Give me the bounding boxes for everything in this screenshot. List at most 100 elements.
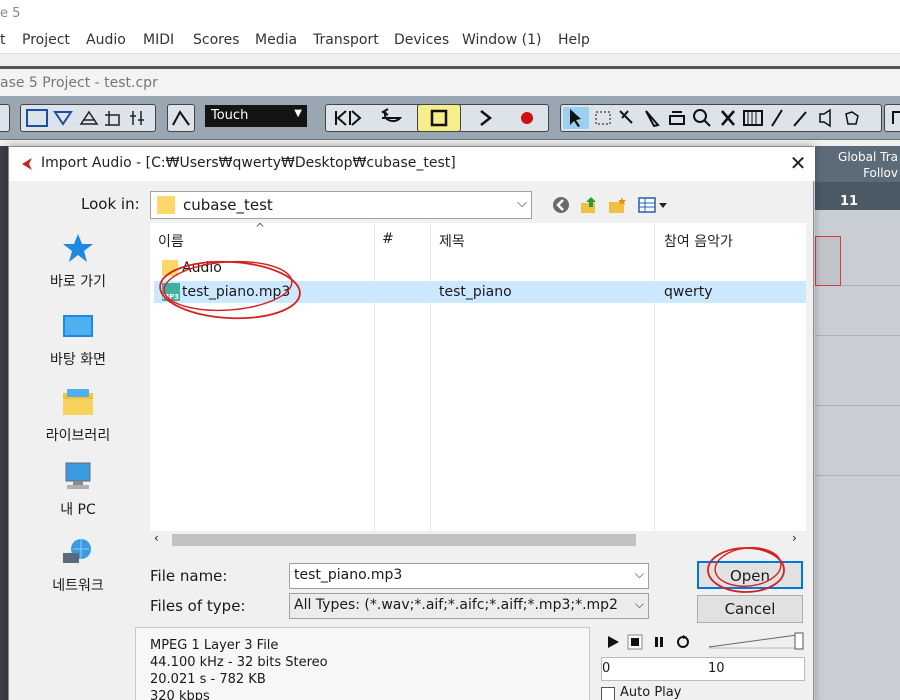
app-title-bar: e 5: [0, 0, 900, 28]
global-track-follow-label: Follov: [863, 166, 898, 180]
tools-group: [560, 104, 882, 132]
chevron-down-icon: ⌵: [632, 567, 644, 582]
lane-divider: [815, 405, 900, 406]
preview-volume-slider[interactable]: [707, 631, 805, 651]
app-title: e 5: [0, 6, 21, 21]
network-icon: [63, 539, 91, 563]
info-specs: 44.100 kHz - 32 bits Stereo: [150, 655, 328, 670]
place-network[interactable]: 네트워크: [19, 537, 137, 595]
this-pc-icon: [65, 462, 91, 489]
mp3-file-icon: MP3: [162, 283, 180, 301]
file-name: Audio: [182, 260, 222, 276]
place-quick-access[interactable]: 바로 가기: [19, 233, 137, 291]
audio-event[interactable]: [815, 236, 841, 286]
sort-ascending-icon: ^: [255, 221, 266, 235]
menu-project[interactable]: Project: [22, 32, 70, 48]
place-this-pc[interactable]: 내 PC: [19, 461, 137, 519]
close-icon[interactable]: ✕: [785, 151, 811, 177]
edit-tool-icons[interactable]: [562, 106, 880, 130]
menu-scores[interactable]: Scores: [193, 32, 240, 48]
cancel-button[interactable]: Cancel: [697, 595, 803, 623]
menu-transport[interactable]: Transport: [313, 32, 379, 48]
list-item-selected-file[interactable]: MP3 test_piano.mp3 test_piano qwerty: [154, 281, 806, 303]
column-header-artist[interactable]: 참여 음악가: [664, 231, 733, 251]
horizontal-scrollbar[interactable]: ‹ ›: [150, 531, 806, 549]
info-duration-size: 20.021 s - 782 KB: [150, 672, 266, 687]
column-header-name[interactable]: 이름: [158, 231, 184, 251]
chevron-down-icon: ▼: [294, 108, 302, 119]
lane-divider: [815, 475, 900, 476]
info-format: MPEG 1 Layer 3 File: [150, 638, 279, 653]
menu-devices[interactable]: Devices: [394, 32, 449, 48]
menu-window[interactable]: Window (1): [462, 32, 541, 48]
menu-audio[interactable]: Audio: [86, 32, 126, 48]
file-name: test_piano.mp3: [182, 284, 291, 300]
column-header-title[interactable]: 제목: [439, 231, 465, 251]
desktop-icon: [63, 315, 93, 337]
scroll-right-icon[interactable]: ›: [792, 531, 797, 545]
library-icon: [63, 389, 93, 415]
up-folder-icon[interactable]: [579, 195, 599, 215]
stop-button[interactable]: [417, 104, 461, 132]
preview-position-ruler[interactable]: 0 10: [601, 657, 805, 681]
play-button[interactable]: [465, 104, 505, 132]
import-audio-dialog: Import Audio - [C:₩Users₩qwerty₩Desktop₩…: [8, 146, 815, 700]
global-track-header: Global Tra Follov: [815, 146, 900, 182]
column-header-number[interactable]: #: [382, 231, 394, 247]
files-of-type-label: Files of type:: [150, 597, 246, 615]
menu-edit[interactable]: t: [0, 32, 6, 48]
ruler-bar-number: 11: [840, 194, 859, 209]
cycle-button[interactable]: [372, 104, 412, 132]
quick-access-star-icon: [63, 234, 93, 262]
view-menu-icon[interactable]: [637, 195, 671, 215]
cubase-logo-icon: [22, 158, 32, 170]
go-to-previous-marker-button[interactable]: [327, 104, 367, 132]
back-icon[interactable]: [551, 195, 571, 215]
lane-divider: [815, 335, 900, 336]
scroll-left-icon[interactable]: ‹: [154, 531, 159, 545]
scrollbar-thumb[interactable]: [172, 534, 636, 546]
project-title: ase 5 Project - test.cpr: [0, 75, 158, 91]
project-window-title: ase 5 Project - test.cpr: [0, 66, 900, 96]
preview-pause-icon[interactable]: [651, 634, 667, 650]
files-of-type-value: All Types: (*.wav;*.aif;*.aifc;*.aiff;*.…: [294, 597, 618, 613]
timeline-ruler[interactable]: 11: [815, 182, 900, 210]
menu-midi[interactable]: MIDI: [143, 32, 174, 48]
list-item-folder[interactable]: Audio: [154, 257, 806, 279]
file-title: test_piano: [439, 284, 512, 300]
preview-stop-icon[interactable]: [627, 634, 643, 650]
place-desktop[interactable]: 바탕 화면: [19, 311, 137, 369]
place-libraries[interactable]: 라이브러리: [19, 387, 137, 445]
auto-play-checkbox[interactable]: [601, 687, 615, 700]
automation-mode-select[interactable]: Touch ▼: [205, 105, 307, 127]
project-toolbar: Touch ▼: [0, 96, 900, 140]
record-button[interactable]: [508, 104, 546, 132]
file-name-input[interactable]: test_piano.mp3 ⌵: [289, 563, 649, 589]
new-folder-icon[interactable]: [607, 195, 629, 215]
places-sidebar: 바로 가기 바탕 화면 라이브러리 내 PC 네트워크: [9, 227, 145, 617]
menu-media[interactable]: Media: [255, 32, 297, 48]
preview-play-icon[interactable]: [605, 634, 621, 650]
toolbar-edge-button[interactable]: [0, 104, 10, 132]
folder-icon: [157, 196, 175, 214]
preview-loop-icon[interactable]: [675, 634, 691, 650]
chevron-down-icon: ⌵: [517, 196, 527, 211]
layout-icons[interactable]: [23, 107, 153, 129]
look-in-value: cubase_test: [183, 196, 273, 214]
files-of-type-select[interactable]: All Types: (*.wav;*.aif;*.aifc;*.aiff;*.…: [289, 593, 649, 619]
look-in-label: Look in:: [81, 195, 140, 213]
file-name-value: test_piano.mp3: [294, 567, 403, 583]
file-list: ^ 이름 # 제목 참여 음악가 Audio MP3 test_piano.mp…: [150, 221, 806, 549]
global-track-label: Global Tra: [838, 150, 898, 164]
snap-button[interactable]: [884, 104, 900, 132]
position-start-label: 0: [602, 661, 611, 676]
auto-play-label: Auto Play: [620, 685, 682, 700]
file-artist: qwerty: [664, 284, 713, 300]
look-in-select[interactable]: cubase_test ⌵: [150, 191, 532, 219]
automation-mode-icon[interactable]: [167, 104, 195, 132]
position-end-label: 10: [708, 661, 725, 676]
open-button[interactable]: Open: [697, 561, 803, 589]
dialog-title-bar: Import Audio - [C:₩Users₩qwerty₩Desktop₩…: [9, 147, 815, 181]
menu-help[interactable]: Help: [558, 32, 590, 48]
dialog-title: Import Audio - [C:₩Users₩qwerty₩Desktop₩…: [41, 155, 456, 171]
